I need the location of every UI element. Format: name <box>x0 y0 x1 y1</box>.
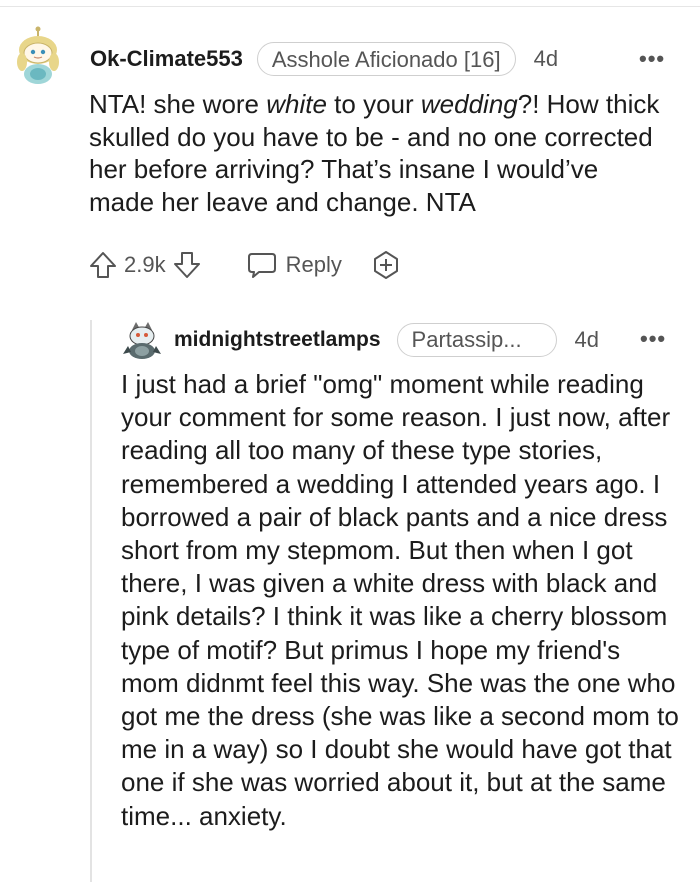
comment-text: NTA! she wore <box>89 89 267 119</box>
comment-age: 4d <box>574 327 600 352</box>
more-options-button[interactable]: ••• <box>639 46 665 72</box>
snoo-avatar-icon <box>123 322 161 359</box>
reply-button[interactable]: Reply <box>246 250 342 280</box>
comment-actions: 2.9k Reply <box>88 246 402 284</box>
comment-age: 4d <box>533 46 559 71</box>
downvote-button[interactable] <box>172 250 202 280</box>
award-button[interactable] <box>370 249 402 281</box>
username[interactable]: midnightstreetlamps <box>174 328 381 352</box>
upvote-button[interactable] <box>88 250 118 280</box>
comment-text-italic: wedding <box>420 89 518 119</box>
comment-header: midnightstreetlamps Partassip... 4d <box>174 322 599 358</box>
avatar[interactable] <box>122 320 162 360</box>
reply-label: Reply <box>285 252 342 277</box>
thread-line[interactable] <box>90 320 92 882</box>
snoo-avatar-icon <box>17 26 59 84</box>
top-divider <box>0 6 700 7</box>
more-options-button[interactable]: ••• <box>640 326 666 352</box>
vote-score: 2.9k <box>124 252 166 277</box>
upvote-arrow-icon <box>90 252 116 278</box>
comment-text-italic: white <box>266 89 327 119</box>
award-plus-icon <box>373 251 398 279</box>
comment-body: NTA! she wore white to your wedding?! Ho… <box>89 88 669 218</box>
comment-header: Ok-Climate553 Asshole Aficionado [16] 4d <box>90 40 558 78</box>
avatar[interactable] <box>14 26 62 88</box>
username[interactable]: Ok-Climate553 <box>90 46 243 72</box>
user-flair: Asshole Aficionado [16] <box>256 42 516 76</box>
downvote-arrow-icon <box>173 252 200 278</box>
user-flair: Partassip... <box>396 323 557 357</box>
comment-body: I just had a brief "omg" moment while re… <box>121 369 679 831</box>
comment-text: to your <box>326 89 421 119</box>
speech-bubble-icon <box>247 253 276 278</box>
